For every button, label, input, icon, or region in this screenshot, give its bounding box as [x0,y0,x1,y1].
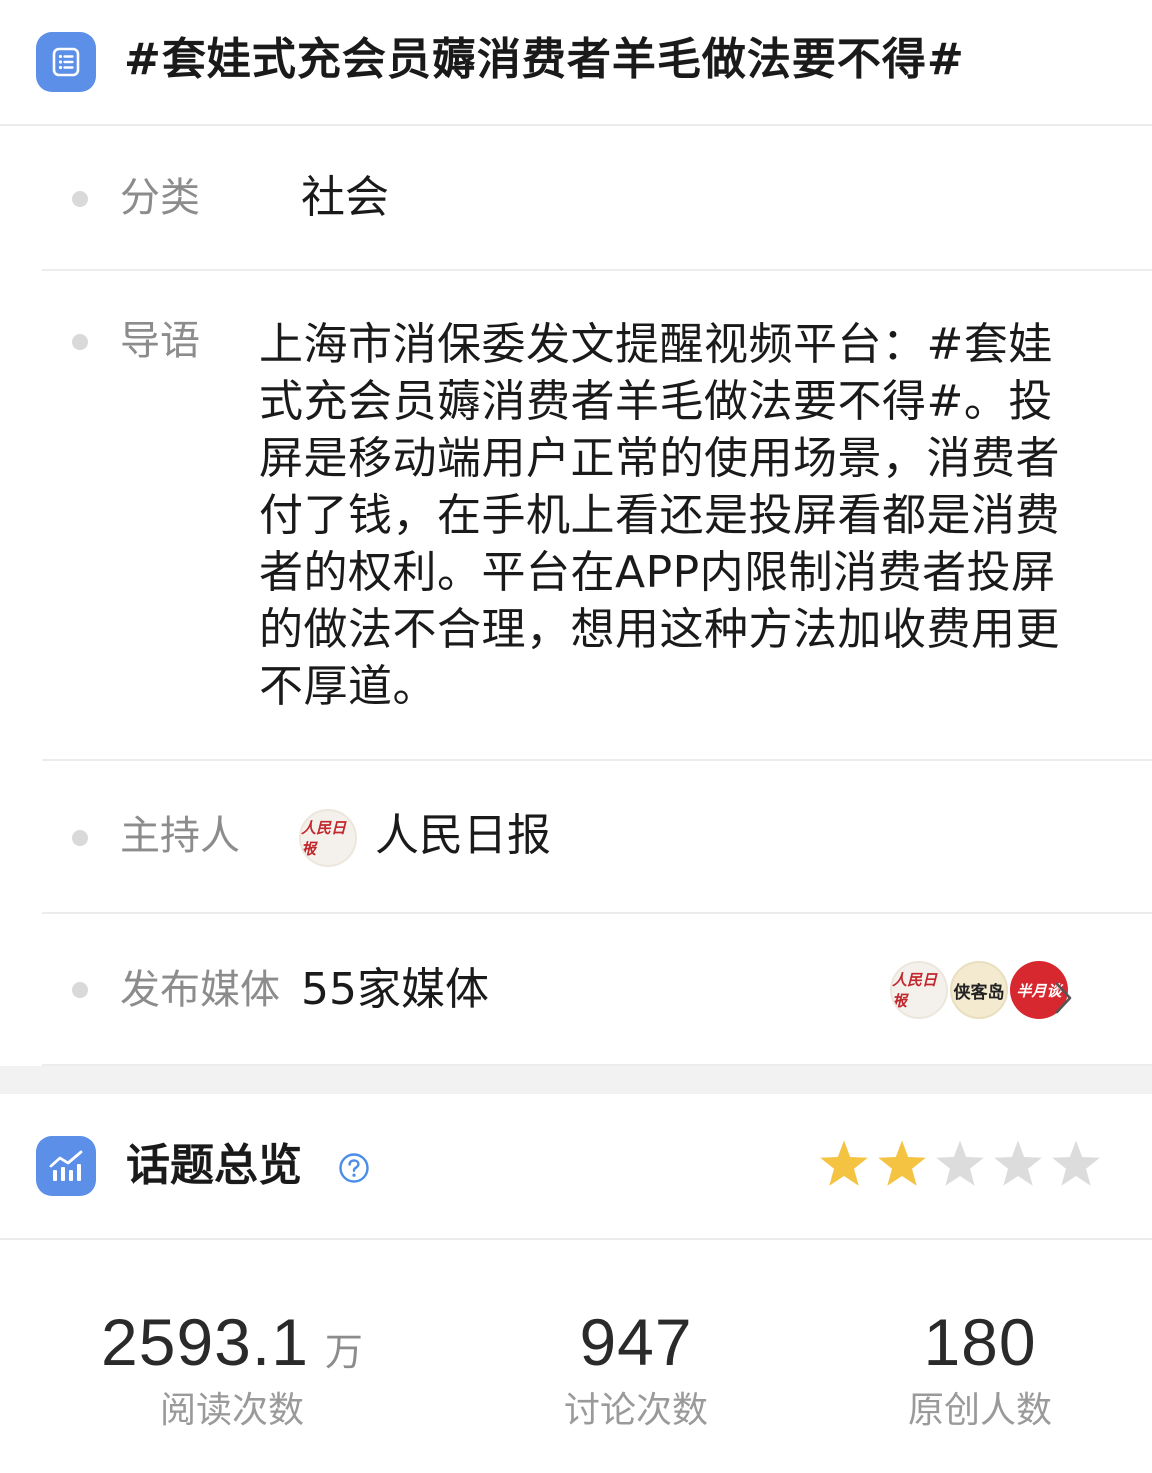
list-document-icon [36,32,96,92]
topic-page: #套娃式充会员薅消费者羊毛做法要不得# 分类 社会 导语 上海市消保委发文提醒视… [0,0,1152,1473]
star-empty-icon [936,1140,984,1186]
stat-reads: 2593.1 万 阅读次数 [40,1300,424,1436]
host-label: 主持人 [120,813,240,859]
media-row[interactable]: 发布媒体 55家媒体 人民日报 侠客岛 半月谈 [42,914,1152,1066]
intro-text: 上海市消保委发文提醒视频平台：#套娃式充会员薅消费者羊毛做法要不得#。投屏是移动… [259,319,1060,712]
media-avatar-xiakedao[interactable]: 侠客岛 [950,961,1008,1019]
star-filled-icon [820,1140,868,1186]
star-filled-icon [878,1140,926,1186]
media-label: 发布媒体 [120,967,280,1013]
stat-unit: 万 [324,1330,363,1374]
topic-header: #套娃式充会员薅消费者羊毛做法要不得# [0,0,1152,126]
bullet-dot [72,191,88,207]
star-rating [818,1138,1108,1190]
stat-label: 原创人数 [907,1390,1052,1431]
host-avatar[interactable]: 人民日报 [299,809,357,867]
host-row[interactable]: 主持人 人民日报 人民日报 [42,761,1152,914]
stats-chart-icon [36,1136,96,1196]
rating-stars [820,1140,1100,1186]
category-label: 分类 [120,175,200,221]
section-separator [0,1066,1152,1094]
overview-header: 话题总览 [0,1094,1152,1240]
stat-value: 180 [923,1305,1037,1379]
media-count[interactable]: 55家媒体 [301,962,489,1018]
question-circle-icon[interactable] [338,1152,370,1184]
intro-label: 导语 [120,318,200,364]
star-empty-icon [1052,1140,1100,1186]
stat-value: 947 [579,1305,693,1379]
host-name[interactable]: 人民日报 [375,808,551,864]
stat-value: 2593.1 [101,1305,309,1379]
topic-title: #套娃式充会员薅消费者羊毛做法要不得# [124,34,965,85]
star-empty-icon [994,1140,1042,1186]
category-value: 社会 [301,172,389,223]
media-avatar-renminribao[interactable]: 人民日报 [890,961,948,1019]
stat-discussions: 947 讨论次数 [444,1300,828,1436]
stat-original-authors: 180 原创人数 [788,1300,1152,1436]
bullet-dot [72,982,88,998]
stat-label: 讨论次数 [563,1390,708,1431]
chevron-right-icon[interactable] [1052,980,1076,1016]
stat-label: 阅读次数 [159,1390,304,1431]
bullet-dot [72,830,88,846]
overview-title: 话题总览 [126,1140,302,1191]
category-row: 分类 社会 [42,126,1152,271]
bullet-dot [72,334,88,350]
